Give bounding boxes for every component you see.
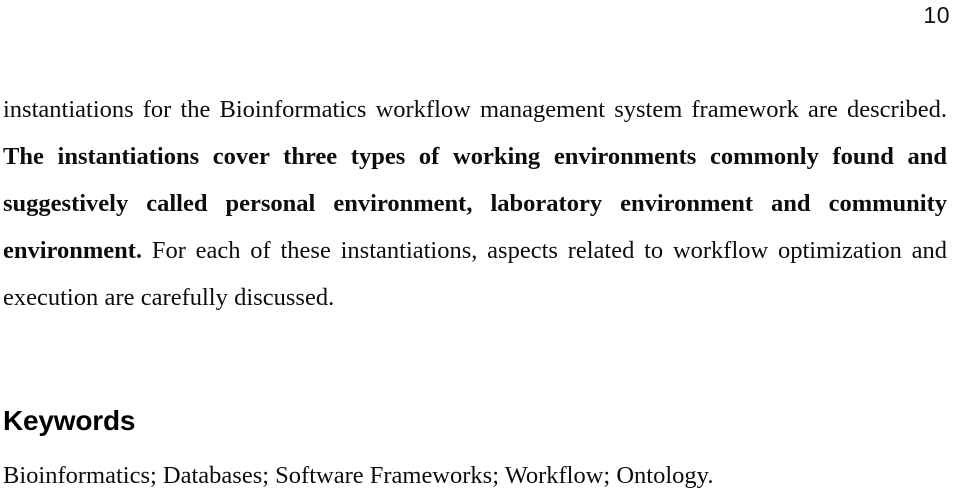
text-space <box>142 237 152 264</box>
document-page: 10 instantiations for the Bioinformatics… <box>0 0 960 501</box>
keywords-heading: Keywords <box>3 405 136 436</box>
page-number: 10 <box>923 2 950 28</box>
abstract-text-before-lead: instantiations for the Bioinformatics wo… <box>3 96 947 123</box>
abstract-paragraph: instantiations for the Bioinformatics wo… <box>3 86 947 321</box>
keywords-list: Bioinformatics; Databases; Software Fram… <box>3 462 714 489</box>
keywords-section: Keywords Bioinformatics; Databases; Soft… <box>3 404 947 491</box>
abstract-body: instantiations for the Bioinformatics wo… <box>3 86 947 321</box>
